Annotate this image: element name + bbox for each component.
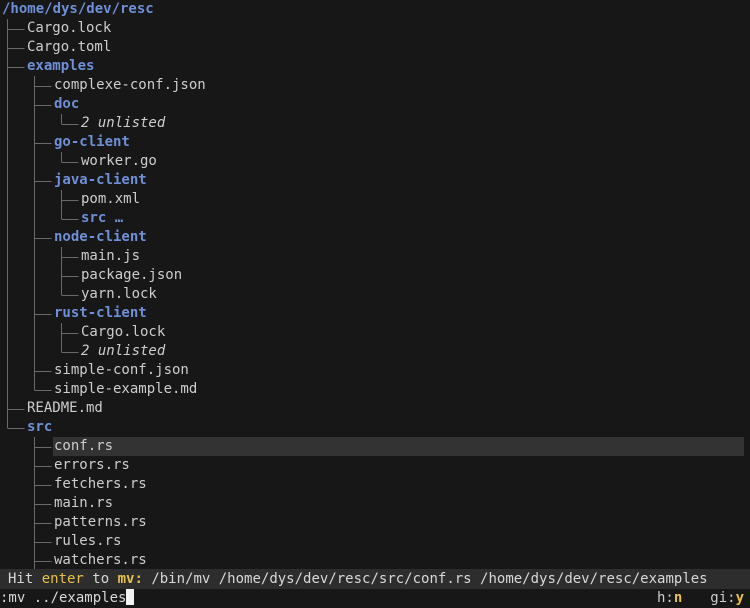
tree-item-name: simple-example.md <box>54 381 198 397</box>
tree-file-item[interactable]: Cargo.lock <box>0 323 750 342</box>
flag-gitignore-key: gi: <box>710 590 736 606</box>
tree-item-name: simple-conf.json <box>54 362 189 378</box>
status-bar: Hit enter to mv: /bin/mv /home/dys/dev/r… <box>0 569 750 589</box>
root-path[interactable]: /home/dys/dev/resc <box>0 0 750 19</box>
tree-item-name: Cargo.lock <box>81 324 166 340</box>
tree-dir-item[interactable]: doc <box>0 95 750 114</box>
tree-file-item[interactable]: conf.rs <box>0 437 750 456</box>
tree-item-name: doc <box>54 96 80 112</box>
status-hit-text: Hit <box>8 571 42 587</box>
tree-file-item[interactable]: Cargo.lock <box>0 19 750 38</box>
tree-file-item[interactable]: fetchers.rs <box>0 475 750 494</box>
tree-item-name: rust-client <box>54 305 147 321</box>
tree-item-name: examples <box>27 58 95 74</box>
tree-dir-item[interactable]: java-client <box>0 171 750 190</box>
tree-file-item[interactable]: main.js <box>0 247 750 266</box>
status-command: /bin/mv /home/dys/dev/resc/src/conf.rs /… <box>142 571 708 587</box>
tree-item-name: src … <box>81 210 124 226</box>
tree-file-item[interactable]: errors.rs <box>0 456 750 475</box>
tree-item-name: Cargo.toml <box>27 39 112 55</box>
tree-item-name: worker.go <box>81 153 157 169</box>
command-input-line[interactable]: :mv ../examples h:n gi:y <box>0 589 750 608</box>
tree-file-item[interactable]: simple-conf.json <box>0 361 750 380</box>
tree-item-name: yarn.lock <box>81 286 157 302</box>
tree-file-item[interactable]: pom.xml <box>0 190 750 209</box>
tree-item-name: package.json <box>81 267 183 283</box>
tree-item-name: java-client <box>54 172 147 188</box>
tree-item-name: errors.rs <box>54 457 130 473</box>
tree-item-name: watchers.rs <box>54 552 147 568</box>
tree-file-item[interactable]: patterns.rs <box>0 513 750 532</box>
tree-file-item[interactable]: main.rs <box>0 494 750 513</box>
tree-unlisted-item[interactable]: 2 unlisted <box>0 114 750 133</box>
tree-item-name: 2 unlisted <box>81 115 166 131</box>
tree-unlisted-item[interactable]: 2 unlisted <box>0 342 750 361</box>
flag-gitignore-value: y <box>735 590 744 606</box>
text-cursor <box>126 589 135 605</box>
tree-dir-item[interactable]: node-client <box>0 228 750 247</box>
tree-file-item[interactable]: rules.rs <box>0 532 750 551</box>
tree-file-item[interactable]: simple-example.md <box>0 380 750 399</box>
status-verb: mv: <box>117 571 143 587</box>
tree-item-name: rules.rs <box>54 533 122 549</box>
tree-file-item[interactable]: yarn.lock <box>0 285 750 304</box>
tree-file-item[interactable]: worker.go <box>0 152 750 171</box>
tree-item-name: main.js <box>81 248 141 264</box>
tree-dir-item[interactable]: src … <box>0 209 750 228</box>
tree-file-item[interactable]: Cargo.toml <box>0 38 750 57</box>
tree-file-item[interactable]: watchers.rs <box>0 551 750 570</box>
status-key-enter: enter <box>41 571 84 587</box>
tree-item-name: main.rs <box>54 495 114 511</box>
status-to-text: to <box>83 571 118 587</box>
tree-dir-item[interactable]: examples <box>0 57 750 76</box>
tree-file-item[interactable]: package.json <box>0 266 750 285</box>
tree-item-name: pom.xml <box>81 191 141 207</box>
selection-highlight <box>53 437 744 456</box>
tree-file-item[interactable]: README.md <box>0 399 750 418</box>
tree-item-name: src <box>27 419 53 435</box>
tree-dir-item[interactable]: go-client <box>0 133 750 152</box>
tree-item-name: go-client <box>54 134 130 150</box>
tree-item-name: README.md <box>27 400 103 416</box>
tree-item-name: patterns.rs <box>54 514 147 530</box>
flag-hidden-key: h: <box>656 590 674 606</box>
file-tree: /home/dys/dev/resc Cargo.lock Cargo.toml e… <box>0 0 750 570</box>
flags-area: h:n gi:y <box>657 589 744 608</box>
command-input[interactable]: :mv ../examples <box>0 590 126 606</box>
tree-item-name: conf.rs <box>54 438 114 454</box>
flag-hidden-value: n <box>673 590 683 606</box>
tree-dir-item[interactable]: rust-client <box>0 304 750 323</box>
tree-item-name: fetchers.rs <box>54 476 147 492</box>
tree-file-item[interactable]: complexe-conf.json <box>0 76 750 95</box>
tree-dir-item[interactable]: src <box>0 418 750 437</box>
tree-item-name: 2 unlisted <box>81 343 166 359</box>
tree-item-name: node-client <box>54 229 147 245</box>
tree-item-name: Cargo.lock <box>27 20 112 36</box>
tree-item-name: complexe-conf.json <box>54 77 206 93</box>
tree-guides <box>0 418 120 437</box>
